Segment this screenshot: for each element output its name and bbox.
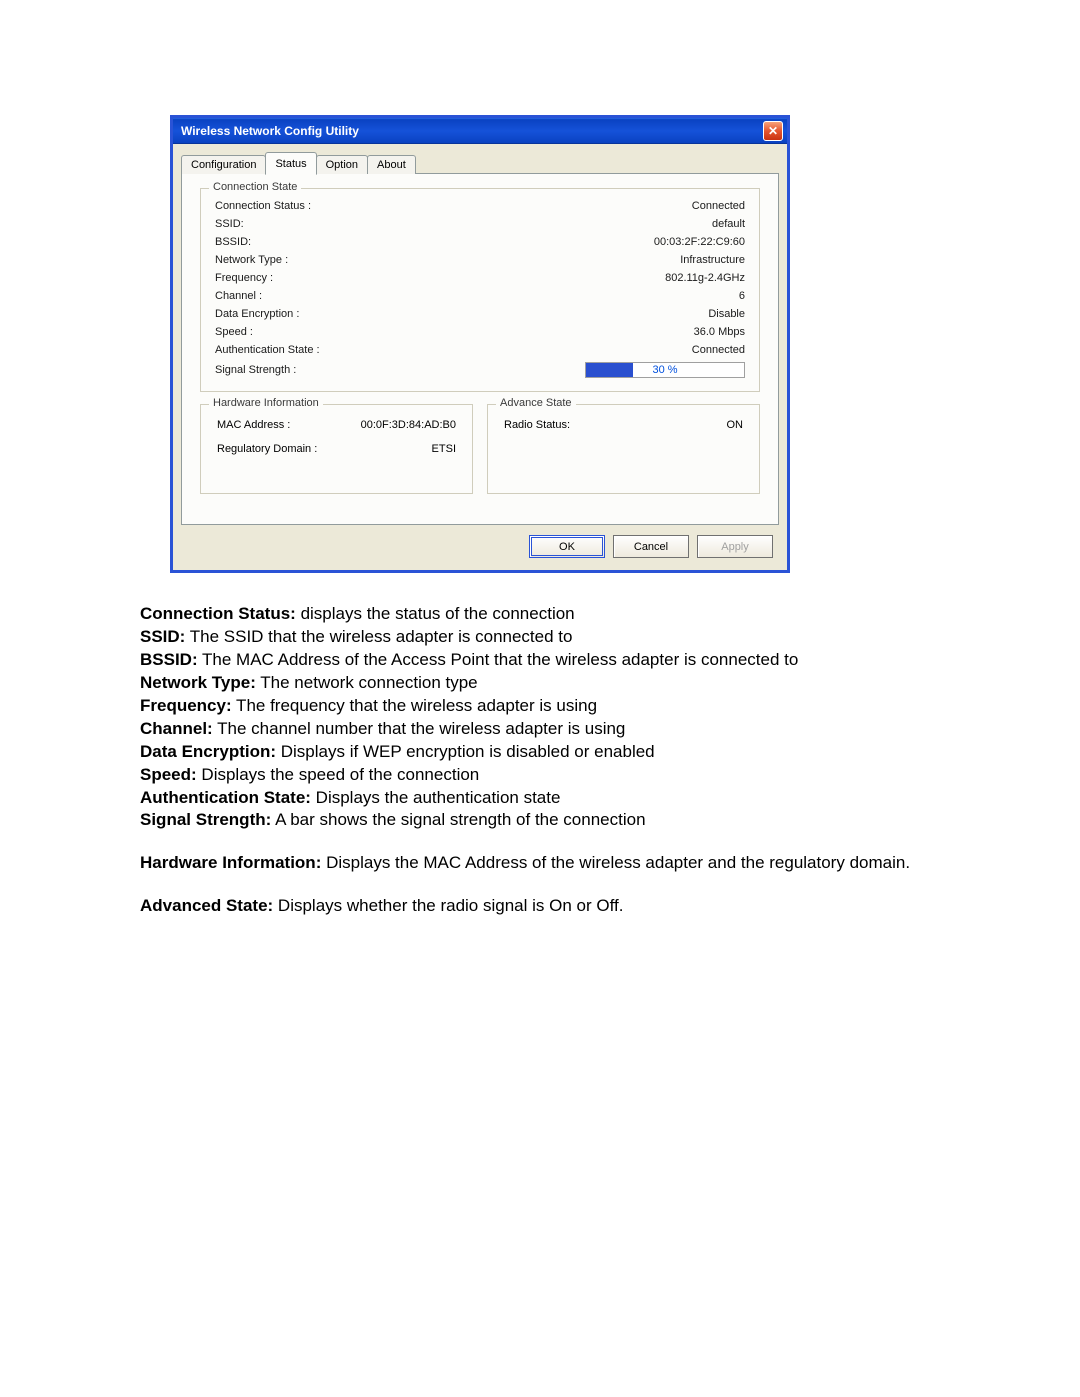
doc-b3: BSSID:: [140, 650, 198, 669]
label-mac: MAC Address :: [217, 419, 290, 431]
value-channel: 6: [739, 290, 745, 302]
value-radio-status: ON: [727, 419, 744, 431]
value-speed: 36.0 Mbps: [694, 326, 745, 338]
doc-b2: SSID:: [140, 627, 185, 646]
doc-b12: Advanced State:: [140, 896, 273, 915]
row-speed: Speed : 36.0 Mbps: [215, 323, 745, 341]
window-title: Wireless Network Config Utility: [181, 124, 359, 138]
signal-bar-text: 30 %: [586, 363, 744, 377]
doc-b5: Frequency:: [140, 696, 232, 715]
doc-t2: The SSID that the wireless adapter is co…: [185, 627, 572, 646]
label-connection-status: Connection Status :: [215, 200, 311, 212]
row-bssid: BSSID: 00:03:2F:22:C9:60: [215, 233, 745, 251]
value-frequency: 802.11g-2.4GHz: [665, 272, 745, 284]
row-radio-status: Radio Status: ON: [502, 413, 745, 437]
signal-bar: 30 %: [585, 362, 745, 378]
apply-button: Apply: [697, 535, 773, 558]
tab-status[interactable]: Status: [265, 152, 316, 175]
tab-panel-status: Connection State Connection Status : Con…: [181, 173, 779, 525]
doc-t12: Displays whether the radio signal is On …: [273, 896, 623, 915]
value-ssid: default: [712, 218, 745, 230]
doc-b4: Network Type:: [140, 673, 256, 692]
row-connection-status: Connection Status : Connected: [215, 197, 745, 215]
row-frequency: Frequency : 802.11g-2.4GHz: [215, 269, 745, 287]
doc-b11: Hardware Information:: [140, 853, 321, 872]
row-auth-state: Authentication State : Connected: [215, 341, 745, 359]
row-mac: MAC Address : 00:0F:3D:84:AD:B0: [215, 413, 458, 437]
label-bssid: BSSID:: [215, 236, 251, 248]
doc-b8: Speed:: [140, 765, 197, 784]
documentation-text: Connection Status: displays the status o…: [140, 603, 940, 918]
dialog-buttons: OK Cancel Apply: [181, 525, 779, 560]
legend-advance-state: Advance State: [496, 397, 576, 409]
label-ssid: SSID:: [215, 218, 244, 230]
value-encryption: Disable: [708, 308, 745, 320]
value-auth-state: Connected: [692, 344, 745, 356]
doc-t3: The MAC Address of the Access Point that…: [198, 650, 799, 669]
value-mac: 00:0F:3D:84:AD:B0: [361, 419, 456, 431]
doc-b6: Channel:: [140, 719, 213, 738]
value-connection-status: Connected: [692, 200, 745, 212]
doc-t8: Displays the speed of the connection: [197, 765, 480, 784]
row-signal-strength: Signal Strength : 30 %: [215, 359, 745, 381]
doc-b7: Data Encryption:: [140, 742, 276, 761]
doc-t9: Displays the authentication state: [311, 788, 560, 807]
value-network-type: Infrastructure: [680, 254, 745, 266]
label-channel: Channel :: [215, 290, 262, 302]
row-channel: Channel : 6: [215, 287, 745, 305]
row-ssid: SSID: default: [215, 215, 745, 233]
label-speed: Speed :: [215, 326, 253, 338]
label-auth-state: Authentication State :: [215, 344, 320, 356]
label-network-type: Network Type :: [215, 254, 288, 266]
label-frequency: Frequency :: [215, 272, 273, 284]
titlebar[interactable]: Wireless Network Config Utility ✕: [173, 118, 787, 144]
tab-configuration[interactable]: Configuration: [181, 155, 266, 174]
doc-b1: Connection Status:: [140, 604, 296, 623]
label-regulatory: Regulatory Domain :: [217, 443, 317, 455]
row-regulatory: Regulatory Domain : ETSI: [215, 437, 458, 461]
tab-strip: Configuration Status Option About: [181, 152, 779, 174]
tab-option[interactable]: Option: [316, 155, 368, 174]
group-advance-state: Advance State Radio Status: ON: [487, 404, 760, 494]
doc-t11: Displays the MAC Address of the wireless…: [321, 853, 910, 872]
close-icon: ✕: [768, 125, 778, 137]
legend-hardware-info: Hardware Information: [209, 397, 323, 409]
group-hardware-info: Hardware Information MAC Address : 00:0F…: [200, 404, 473, 494]
cancel-button[interactable]: Cancel: [613, 535, 689, 558]
doc-t10: A bar shows the signal strength of the c…: [271, 810, 645, 829]
doc-t4: The network connection type: [256, 673, 478, 692]
doc-b9: Authentication State:: [140, 788, 311, 807]
doc-t7: Displays if WEP encryption is disabled o…: [276, 742, 655, 761]
window-body: Configuration Status Option About Connec…: [173, 144, 787, 570]
ok-button[interactable]: OK: [529, 535, 605, 558]
group-connection-state: Connection State Connection Status : Con…: [200, 188, 760, 392]
doc-t6: The channel number that the wireless ada…: [213, 719, 626, 738]
row-network-type: Network Type : Infrastructure: [215, 251, 745, 269]
config-window: Wireless Network Config Utility ✕ Config…: [170, 115, 790, 573]
doc-t5: The frequency that the wireless adapter …: [232, 696, 597, 715]
legend-connection-state: Connection State: [209, 181, 301, 193]
close-button[interactable]: ✕: [763, 121, 783, 141]
label-signal-strength: Signal Strength :: [215, 364, 296, 376]
label-radio-status: Radio Status:: [504, 419, 570, 431]
value-bssid: 00:03:2F:22:C9:60: [654, 236, 745, 248]
doc-t1: displays the status of the connection: [296, 604, 575, 623]
tab-about[interactable]: About: [367, 155, 416, 174]
doc-b10: Signal Strength:: [140, 810, 271, 829]
value-regulatory: ETSI: [432, 443, 456, 455]
label-encryption: Data Encryption :: [215, 308, 299, 320]
row-encryption: Data Encryption : Disable: [215, 305, 745, 323]
